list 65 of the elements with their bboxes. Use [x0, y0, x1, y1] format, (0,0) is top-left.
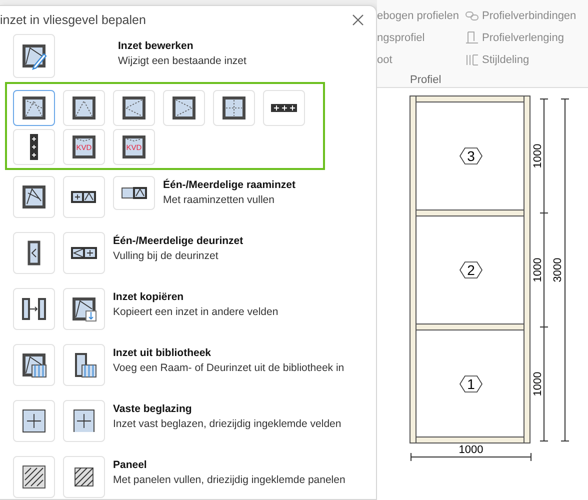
insert-option-button[interactable] [63, 400, 105, 442]
section-description: Met raaminzetten vullen [163, 194, 276, 206]
insert-option-button[interactable] [13, 232, 55, 274]
section-title: Paneel [113, 459, 148, 471]
section-title: Één-/Meerdelige deurinzet [113, 235, 244, 247]
dimension-label: 3000 [552, 258, 564, 282]
insert-option-button[interactable] [63, 344, 105, 386]
ribbon-item[interactable]: oot [377, 54, 465, 66]
dimension-label: 1000 [532, 258, 544, 282]
window-icon [220, 94, 248, 122]
ribbon-item[interactable]: ebogen profielen [377, 10, 465, 22]
section-description: Voeg een Raam- of Deurinzet uit de bibliotheek in [113, 362, 344, 374]
window-icon [120, 94, 148, 122]
dimension-label: 1000 [458, 444, 484, 456]
field-number-marker: 1 [460, 376, 482, 392]
insert-option-button[interactable] [13, 456, 55, 498]
ribbon-group-label: Profiel [410, 74, 442, 86]
divider-icon [465, 54, 479, 66]
insert-option-button[interactable] [63, 288, 105, 330]
ribbon-item[interactable]: Stijldeling [465, 54, 588, 66]
ribbon-item[interactable]: Profielverlenging [465, 31, 588, 45]
ribbon-item[interactable]: ngsprofiel [377, 32, 465, 44]
window-type-button[interactable] [13, 90, 55, 126]
window-pencil-icon [20, 42, 48, 70]
section-title: Één-/Meerdelige raaminzet [163, 179, 296, 191]
window-icon [30, 134, 38, 160]
insert-option-button[interactable] [13, 288, 55, 330]
insert-option-button[interactable] [63, 232, 105, 274]
window-icon [70, 295, 98, 323]
window-icon [20, 407, 48, 435]
window-icon [20, 94, 48, 122]
edit-insert-button[interactable] [13, 34, 55, 78]
link-icon [465, 11, 479, 21]
insert-option-button[interactable] [113, 176, 155, 210]
field-number-marker: 2 [460, 262, 482, 278]
section-description: Vulling bij de deurinzet [113, 250, 220, 262]
window-icon [20, 351, 48, 379]
section-title: Inzet kopiëren [113, 291, 185, 303]
dimension-label: 1000 [532, 372, 544, 396]
insert-option-button[interactable] [13, 176, 55, 218]
insert-option-button[interactable] [13, 400, 55, 442]
window-icon [70, 133, 98, 161]
section-title: Inzet bewerken [118, 40, 194, 52]
profile-icon [465, 31, 479, 45]
insert-option-button[interactable] [63, 176, 105, 218]
window-icon [20, 183, 48, 211]
section-description: Kopieert een inzet in andere velden [113, 306, 278, 318]
field-number-marker: 3 [460, 148, 482, 164]
window-icon [120, 133, 148, 161]
ribbon-item[interactable]: Profielverbindingen [465, 10, 588, 22]
window-icon [70, 94, 98, 122]
section-description: Met panelen vullen, driezijdig ingeklemde panelen [113, 474, 346, 486]
close-icon[interactable] [352, 14, 364, 26]
dimension-label: 1000 [532, 144, 544, 168]
section-title: Vaste beglazing [113, 403, 193, 415]
insert-option-button[interactable] [63, 456, 105, 498]
window-icon [20, 463, 48, 491]
section-description: Wijzigt een bestaande inzet [118, 55, 246, 67]
section-description: Inzet vast beglazen, driezijdig ingeklemde velden [113, 418, 342, 430]
window-icon [271, 104, 297, 112]
window-icon [170, 94, 198, 122]
window-icon [20, 295, 48, 323]
insert-option-button[interactable] [13, 344, 55, 386]
section-title: Inzet uit bibliotheek [113, 347, 212, 359]
dialog-title: inzet in vliesgevel bepalen [0, 13, 146, 27]
